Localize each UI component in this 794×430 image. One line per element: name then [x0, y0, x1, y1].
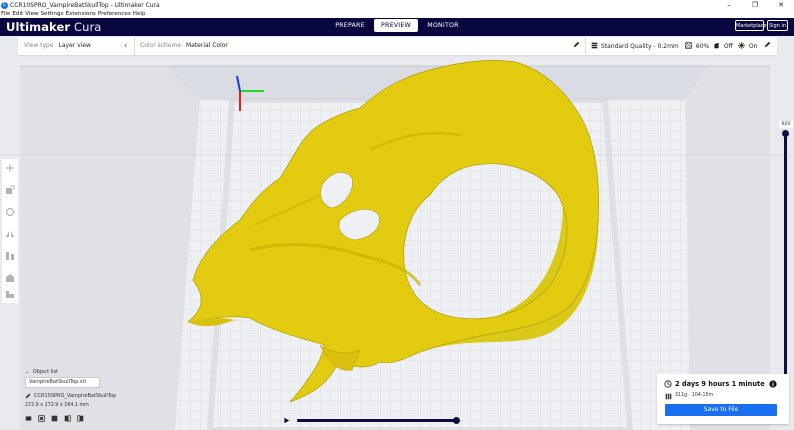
view-type-value: Layer view	[58, 42, 91, 49]
support-setting[interactable]: Off	[713, 42, 733, 50]
infill-value: 60%	[695, 43, 710, 50]
support-icon	[714, 42, 719, 49]
simulation-slider-handle[interactable]	[453, 417, 460, 424]
object-list-label: Object list	[32, 369, 59, 375]
tool-panel	[2, 159, 18, 303]
chevron-down-icon: ⌄	[25, 369, 30, 375]
scale-icon[interactable]	[5, 185, 15, 195]
infill-icon	[685, 42, 692, 49]
move-icon[interactable]	[5, 163, 15, 173]
clock-icon	[664, 380, 672, 388]
window-title: CCR10SPRO_VampireBatSkullTop - Ultimaker…	[10, 1, 160, 9]
adhesion-icon	[738, 42, 745, 49]
tab-monitor[interactable]: MONITOR	[422, 19, 464, 32]
spool-icon	[665, 393, 672, 400]
pencil-icon[interactable]	[573, 41, 580, 50]
layer-slider-track[interactable]	[784, 131, 787, 406]
color-scheme-label: Color scheme	[140, 42, 182, 49]
view-left-icon[interactable]	[64, 415, 71, 422]
machine-name-text: CCR10SPRO_VampireBatSkullTop	[34, 393, 117, 399]
rotate-icon[interactable]	[5, 207, 15, 217]
mirror-icon[interactable]	[5, 229, 15, 239]
support-value: Off	[723, 43, 733, 50]
menu-view[interactable]: View	[25, 11, 38, 17]
close-button[interactable]: ✕	[768, 0, 794, 10]
view-type-selector[interactable]: View type Layer view	[24, 42, 91, 49]
menu-help[interactable]: Help	[133, 11, 146, 17]
layer-number-label[interactable]: 920	[779, 121, 793, 128]
build-volume-scene[interactable]	[0, 36, 794, 430]
app-header: Ultimaker Cura PREPARE PREVIEW MONITOR M…	[0, 18, 794, 36]
tab-prepare[interactable]: PREPARE	[330, 19, 370, 32]
view-toolbar: View type Layer view ‹ Color scheme Mate…	[18, 37, 777, 55]
infill-setting[interactable]: 60%	[685, 42, 709, 50]
quality-value: Standard Quality - 0.2mm	[600, 43, 679, 50]
3d-viewport[interactable]	[0, 36, 794, 430]
sign-in-button[interactable]: Sign in	[767, 20, 788, 31]
simulation-slider-track[interactable]	[297, 419, 457, 422]
quality-icon	[591, 42, 598, 49]
info-icon[interactable]	[769, 380, 777, 388]
layer-icon[interactable]	[5, 289, 15, 299]
view-3d-icon[interactable]	[25, 415, 32, 422]
view-type-label: View type	[24, 42, 54, 49]
object-list-toggle[interactable]: ⌄ Object list	[25, 369, 58, 375]
model-dimensions: 272.9 x 272.9 x 184.1 mm	[25, 403, 89, 408]
save-to-file-button[interactable]: Save to File	[665, 404, 777, 416]
window-titlebar: C CCR10SPRO_VampireBatSkullTop - Ultimak…	[0, 0, 794, 10]
maximize-button[interactable]: ❐	[742, 0, 768, 10]
support-blocker-icon[interactable]	[5, 273, 15, 283]
menu-file[interactable]: File	[1, 11, 10, 17]
view-orientation-controls	[25, 415, 85, 423]
view-top-icon[interactable]	[51, 415, 58, 422]
print-settings-selector[interactable]: Standard Quality - 0.2mm	[591, 42, 679, 50]
app-icon: C	[1, 1, 8, 9]
marketplace-button[interactable]: Marketplace	[735, 20, 767, 31]
tab-preview[interactable]: PREVIEW	[374, 19, 418, 32]
machine-name: CCR10SPRO_VampireBatSkullTop	[25, 393, 116, 399]
print-time: 2 days 9 hours 1 minute	[675, 380, 765, 388]
menu-preferences[interactable]: Preferences	[98, 11, 131, 17]
pencil-icon[interactable]	[764, 41, 771, 50]
play-icon[interactable]	[283, 417, 290, 424]
object-list-item[interactable]: VampireBatSkullTop.stl	[25, 377, 100, 388]
pencil-icon[interactable]	[25, 393, 31, 399]
view-right-icon[interactable]	[77, 415, 84, 422]
color-scheme-selector[interactable]: Color scheme Material Color	[140, 42, 228, 49]
brand-logo: Ultimaker Cura	[6, 20, 101, 34]
menu-bar: File Edit View Settings Extensions Prefe…	[0, 10, 794, 18]
layer-slider-top-handle[interactable]	[782, 130, 789, 137]
toolbar-divider	[134, 37, 135, 55]
menu-extensions[interactable]: Extensions	[65, 11, 95, 17]
brand-name: Ultimaker	[6, 20, 71, 34]
material-usage: 311g · 104.15m	[675, 393, 714, 398]
color-scheme-value: Material Color	[185, 42, 228, 49]
print-info-panel: 2 days 9 hours 1 minute 311g · 104.15m S…	[657, 374, 789, 424]
build-volume-left-wall	[20, 66, 200, 430]
menu-settings[interactable]: Settings	[41, 11, 64, 17]
view-front-icon[interactable]	[38, 415, 45, 422]
per-model-settings-icon[interactable]	[5, 251, 15, 261]
menu-edit[interactable]: Edit	[12, 11, 23, 17]
chevron-left-icon[interactable]: ‹	[124, 41, 127, 50]
minimize-button[interactable]: –	[716, 0, 742, 10]
adhesion-setting[interactable]: On	[738, 42, 757, 50]
toolbar-divider	[585, 37, 586, 55]
adhesion-value: On	[748, 43, 758, 50]
brand-product: Cura	[73, 20, 102, 34]
